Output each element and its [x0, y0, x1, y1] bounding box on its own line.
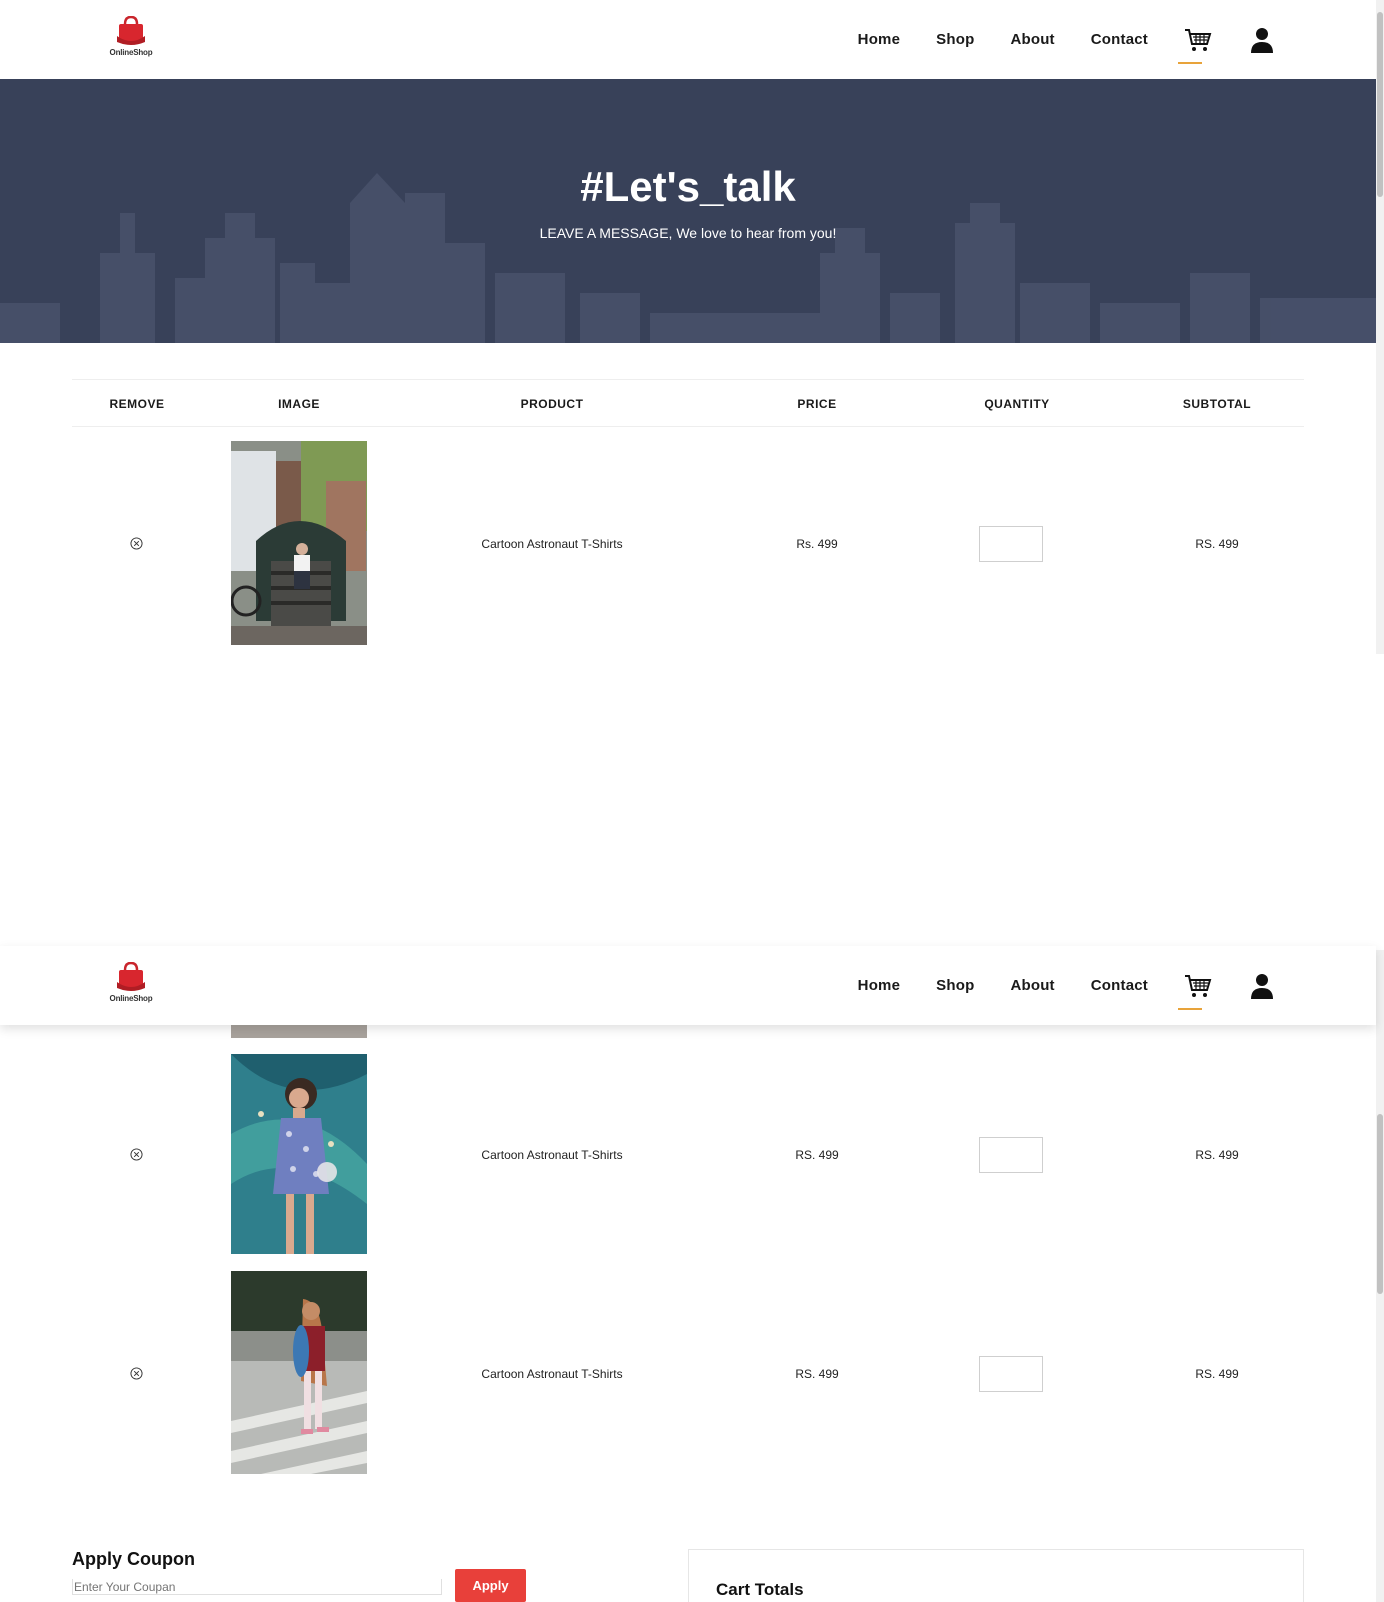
- table-row: Cartoon Astronaut T-Shirts Rs. 499 RS. 4…: [72, 441, 1304, 645]
- product-price: Rs. 499: [796, 537, 838, 551]
- nav-links: Home Shop About Contact: [858, 946, 1376, 1025]
- nav-links: Home Shop About Contact: [858, 0, 1376, 79]
- remove-item-icon[interactable]: [130, 1367, 143, 1380]
- product-subtotal: RS. 499: [1195, 1367, 1239, 1381]
- header-price: PRICE: [797, 397, 837, 411]
- product-name[interactable]: Cartoon Astronaut T-Shirts: [472, 1148, 632, 1162]
- cart-table-header: REMOVE IMAGE PRODUCT PRICE QUANTITY SUBT…: [72, 379, 1304, 427]
- top-navbar: OnlineShop Home Shop About Contact: [0, 0, 1376, 79]
- quantity-input[interactable]: [979, 526, 1043, 562]
- brand-logo[interactable]: OnlineShop: [105, 14, 157, 62]
- header-image: IMAGE: [278, 397, 320, 411]
- header-subtotal: SUBTOTAL: [1182, 397, 1252, 411]
- remove-item-icon[interactable]: [130, 537, 143, 550]
- product-image-partial: [231, 1025, 367, 1038]
- user-icon[interactable]: [1248, 26, 1276, 54]
- cart-icon[interactable]: [1178, 26, 1212, 64]
- product-image[interactable]: [231, 1054, 367, 1254]
- user-icon[interactable]: [1248, 972, 1276, 1000]
- nav-contact[interactable]: Contact: [1091, 31, 1148, 48]
- banner-subtitle: LEAVE A MESSAGE, We love to hear from yo…: [539, 225, 837, 241]
- nav-home[interactable]: Home: [858, 977, 900, 994]
- remove-item-icon[interactable]: [130, 1148, 143, 1161]
- header-product: PRODUCT: [520, 397, 584, 411]
- product-name[interactable]: Cartoon Astronaut T-Shirts: [472, 537, 632, 551]
- nav-about[interactable]: About: [1010, 31, 1054, 48]
- product-image[interactable]: [231, 1271, 367, 1474]
- product-name[interactable]: Cartoon Astronaut T-Shirts: [472, 1367, 632, 1381]
- nav-contact[interactable]: Contact: [1091, 977, 1148, 994]
- header-remove: REMOVE: [109, 397, 165, 411]
- sticky-navbar: OnlineShop Home Shop About Contact: [0, 946, 1376, 1025]
- quantity-input[interactable]: [979, 1137, 1043, 1173]
- nav-shop[interactable]: Shop: [936, 977, 974, 994]
- brand-name: OnlineShop: [109, 48, 153, 57]
- nav-home[interactable]: Home: [858, 31, 900, 48]
- header-quantity: QUANTITY: [984, 397, 1050, 411]
- coupon-title: Apply Coupon: [72, 1549, 195, 1569]
- product-price: RS. 499: [795, 1148, 839, 1162]
- product-subtotal: RS. 499: [1195, 1148, 1239, 1162]
- brand-name: OnlineShop: [109, 994, 153, 1003]
- coupon-input[interactable]: [72, 1579, 442, 1595]
- banner-title: #Let's_talk: [580, 163, 796, 210]
- contact-banner: #Let's_talk LEAVE A MESSAGE, We love to …: [0, 79, 1376, 343]
- quantity-input[interactable]: [979, 1356, 1043, 1392]
- table-row: Cartoon Astronaut T-Shirts RS. 499 RS. 4…: [72, 1271, 1304, 1474]
- blank-area: [0, 650, 1376, 946]
- cart-totals-box: Cart Totals: [688, 1549, 1304, 1602]
- nav-about[interactable]: About: [1010, 977, 1054, 994]
- apply-coupon-button[interactable]: Apply: [455, 1569, 526, 1602]
- table-row: Cartoon Astronaut T-Shirts RS. 499 RS. 4…: [72, 1054, 1304, 1254]
- scrollbar-top[interactable]: [1376, 0, 1384, 654]
- shopping-bag-logo-icon: [117, 962, 145, 991]
- product-subtotal: RS. 499: [1195, 537, 1239, 551]
- brand-logo[interactable]: OnlineShop: [105, 960, 157, 1008]
- nav-shop[interactable]: Shop: [936, 31, 974, 48]
- cart-icon[interactable]: [1178, 972, 1212, 1010]
- product-image[interactable]: [231, 441, 367, 645]
- product-price: RS. 499: [795, 1367, 839, 1381]
- scrollbar-bottom[interactable]: [1376, 950, 1384, 1602]
- shopping-bag-logo-icon: [117, 16, 145, 45]
- cart-totals-title: Cart Totals: [716, 1580, 804, 1599]
